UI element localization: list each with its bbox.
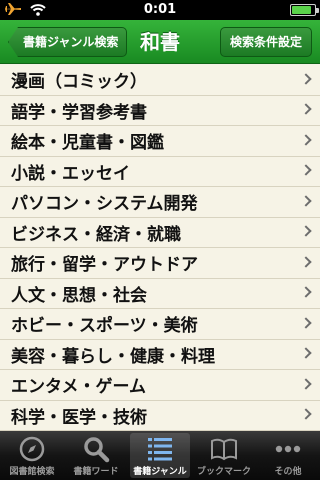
navigation-bar: 書籍ジャンル検索 和書 検索条件設定 bbox=[0, 20, 320, 64]
tab-2[interactable]: 書籍ワード bbox=[66, 433, 126, 478]
list-item-label: エンタメ・ゲーム bbox=[11, 377, 146, 398]
chevron-right-icon bbox=[300, 256, 312, 268]
magnifier-icon bbox=[82, 435, 110, 463]
battery-icon bbox=[290, 4, 319, 16]
list-item[interactable]: 語学・学習参考書 bbox=[0, 96, 320, 126]
list-item-label: ホビー・スポーツ・美術 bbox=[11, 316, 198, 337]
chevron-right-icon bbox=[300, 225, 312, 237]
chevron-right-icon bbox=[300, 408, 312, 420]
tab-label: 図書館検索 bbox=[9, 467, 55, 477]
tab-4[interactable]: ブックマーク bbox=[194, 433, 254, 478]
list-item-label: 科学・医学・技術 bbox=[11, 407, 147, 428]
list-item-label: 人文・思想・社会 bbox=[11, 285, 147, 306]
list-item[interactable]: 小説・エッセイ bbox=[0, 157, 320, 187]
chevron-right-icon bbox=[300, 134, 312, 146]
list-item-label: 絵本・児童書・図鑑 bbox=[11, 133, 164, 154]
list-item[interactable]: 絵本・児童書・図鑑 bbox=[0, 126, 320, 157]
list-item-label: ビジネス・経済・就職 bbox=[11, 224, 181, 245]
list-icon bbox=[146, 435, 174, 463]
list-item[interactable]: 美容・暮らし・健康・料理 bbox=[0, 340, 320, 370]
tab-5[interactable]: その他 bbox=[258, 433, 318, 478]
tab-1[interactable]: 図書館検索 bbox=[2, 433, 62, 478]
list-item-label: 旅行・留学・アウトドア bbox=[11, 255, 198, 276]
status-bar: 0:01 bbox=[0, 0, 320, 20]
list-item[interactable]: 漫画（コミック） bbox=[0, 65, 320, 96]
chevron-right-icon bbox=[300, 317, 312, 329]
list-item-label: 語学・学習参考書 bbox=[11, 102, 147, 123]
list-item-label: パソコン・システム開発 bbox=[11, 194, 198, 215]
list-item[interactable]: ホビー・スポーツ・美術 bbox=[0, 309, 320, 340]
list-item[interactable]: エンタメ・ゲーム bbox=[0, 370, 320, 401]
more-icon bbox=[274, 435, 302, 463]
page-title: 和書 bbox=[140, 30, 180, 54]
chevron-right-icon bbox=[300, 347, 312, 359]
list-item[interactable]: 旅行・留学・アウトドア bbox=[0, 248, 320, 279]
chevron-right-icon bbox=[300, 195, 312, 207]
chevron-right-icon bbox=[300, 103, 312, 115]
chevron-right-icon bbox=[300, 378, 312, 390]
list-item[interactable]: 科学・医学・技術 bbox=[0, 401, 320, 431]
tab-label: その他 bbox=[274, 467, 302, 477]
tab-bar: 図書館検索 書籍ワード 書籍ジャンル ブックマーク その他 bbox=[0, 431, 320, 480]
list-item[interactable]: パソコン・システム開発 bbox=[0, 187, 320, 218]
list-item-label: 漫画（コミック） bbox=[11, 72, 147, 93]
list-item-label: 小説・エッセイ bbox=[11, 163, 130, 184]
tab-label: ブックマーク bbox=[196, 467, 251, 477]
list-item[interactable]: 人文・思想・社会 bbox=[0, 279, 320, 309]
battery-fill bbox=[292, 6, 311, 14]
book-icon bbox=[210, 435, 238, 463]
list-item[interactable]: ビジネス・経済・就職 bbox=[0, 218, 320, 248]
search-settings-button[interactable]: 検索条件設定 bbox=[219, 27, 312, 57]
tab-label: 書籍ジャンル bbox=[133, 467, 187, 477]
status-time: 0:01 bbox=[143, 2, 177, 17]
compass-icon bbox=[18, 435, 46, 463]
chevron-right-icon bbox=[300, 286, 312, 298]
tab-3[interactable]: 書籍ジャンル bbox=[130, 433, 190, 478]
tab-label: 書籍ワード bbox=[73, 467, 119, 477]
genre-list: 漫画（コミック） 語学・学習参考書 絵本・児童書・図鑑 小説・エッセイパソコン・システ… bbox=[0, 65, 320, 431]
chevron-right-icon bbox=[300, 164, 312, 176]
list-item-label: 美容・暮らし・健康・料理 bbox=[11, 346, 215, 367]
chevron-right-icon bbox=[300, 73, 312, 85]
